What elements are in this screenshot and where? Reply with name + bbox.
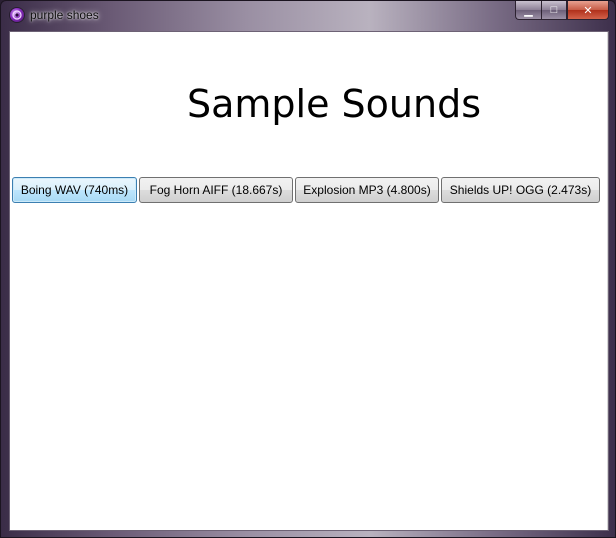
caption-buttons: ▁ □ ✕	[515, 1, 609, 20]
content-right-edge	[607, 32, 608, 530]
close-button[interactable]: ✕	[567, 1, 609, 20]
page-title: Sample Sounds	[186, 82, 482, 126]
minimize-icon: ▁	[524, 4, 533, 17]
purple-shoes-logo-icon[interactable]	[10, 8, 24, 22]
fog-horn-aiff-button[interactable]: Fog Horn AIFF (18.667s)	[139, 177, 293, 203]
maximize-icon: □	[550, 4, 558, 16]
window-title: purple shoes	[30, 8, 99, 22]
shields-up-ogg-button[interactable]: Shields UP! OGG (2.473s)	[441, 177, 600, 203]
content-area: Sample Sounds Boing WAV (740ms) Fog Horn…	[9, 31, 609, 531]
explosion-mp3-button[interactable]: Explosion MP3 (4.800s)	[295, 177, 439, 203]
close-icon: ✕	[583, 4, 593, 17]
title-bar[interactable]: purple shoes ▁ □ ✕	[1, 1, 615, 31]
maximize-button[interactable]: □	[541, 1, 567, 20]
minimize-button[interactable]: ▁	[515, 1, 541, 20]
app-window: purple shoes ▁ □ ✕ Sample Sounds Boing W…	[0, 0, 616, 538]
boing-wav-button[interactable]: Boing WAV (740ms)	[12, 177, 137, 203]
